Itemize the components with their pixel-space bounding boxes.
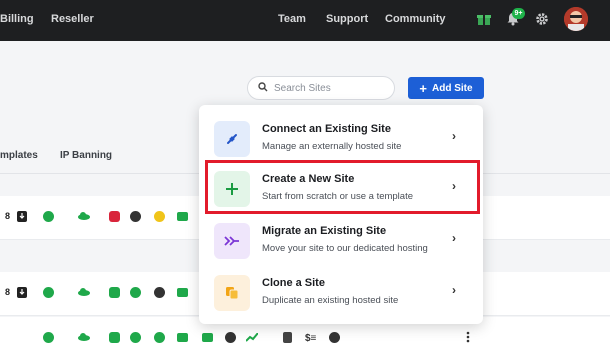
magnet-icon: [108, 331, 120, 343]
migrate-icon: [214, 223, 250, 259]
search-icon: [258, 79, 268, 97]
menu-item-title: Connect an Existing Site: [262, 123, 391, 135]
compass-icon: [129, 286, 141, 298]
menu-item-migrate-existing-site[interactable]: Migrate an Existing Site Move your site …: [199, 215, 483, 267]
download-icon[interactable]: [16, 286, 28, 298]
magnet-icon: [108, 286, 120, 298]
row-count: 8: [5, 211, 11, 221]
stack-icon: [153, 210, 165, 222]
add-site-button[interactable]: + Add Site: [408, 77, 484, 99]
server-icon: [176, 331, 188, 343]
menu-item-subtitle: Duplicate an existing hosted site: [262, 295, 399, 306]
add-site-label: Add Site: [432, 82, 473, 94]
chevron-right-icon: ›: [452, 129, 456, 143]
chart-icon: [246, 331, 258, 343]
magnet-icon: [108, 210, 120, 222]
add-site-dropdown: Connect an Existing Site Manage an exter…: [199, 105, 483, 324]
nav-link-community[interactable]: Community: [385, 13, 446, 25]
plug-icon: [214, 121, 250, 157]
cloud-icon: [78, 210, 90, 222]
svg-text:$≡: $≡: [305, 333, 317, 342]
row-count: 8: [5, 287, 11, 297]
compass-icon: [129, 210, 141, 222]
menu-item-subtitle: Manage an externally hosted site: [262, 141, 402, 152]
nav-link-support[interactable]: Support: [326, 13, 368, 25]
search-input[interactable]: Search Sites: [247, 76, 395, 100]
nav-link-team[interactable]: Team: [278, 13, 306, 25]
server-icon: [176, 210, 188, 222]
avatar[interactable]: [564, 7, 588, 31]
gift-icon[interactable]: [475, 10, 493, 28]
stack-icon: [153, 331, 165, 343]
nav-link-reseller[interactable]: Reseller: [51, 13, 94, 25]
globe-icon: [224, 331, 236, 343]
file-icon: [281, 331, 293, 343]
clone-icon: [214, 275, 250, 311]
search-placeholder: Search Sites: [274, 82, 331, 94]
menu-item-clone-site[interactable]: Clone a Site Duplicate an existing hoste…: [199, 267, 483, 319]
leaf-icon: [42, 210, 54, 222]
download-icon[interactable]: [16, 210, 28, 222]
compass-icon: [129, 331, 141, 343]
php-icon: [201, 331, 213, 343]
menu-item-subtitle: Move your site to our dedicated hosting: [262, 243, 428, 254]
tab-ip-banning[interactable]: IP Banning: [60, 150, 112, 161]
stack-icon: [153, 286, 165, 298]
nav-link-billing[interactable]: Billing: [0, 13, 34, 25]
tab-templates[interactable]: mplates: [0, 150, 38, 161]
cloud-icon: [78, 286, 90, 298]
more-options-icon[interactable]: [462, 331, 474, 343]
top-navigation-bar: Billing Reseller Team Support Community …: [0, 0, 610, 41]
server-icon: [176, 286, 188, 298]
menu-item-title: Migrate an Existing Site: [262, 225, 387, 237]
menu-item-title: Clone a Site: [262, 277, 325, 289]
leaf-icon: [42, 331, 54, 343]
dollar-icon: $≡: [305, 331, 317, 343]
highlight-box: [205, 160, 480, 214]
leaf-icon: [42, 286, 54, 298]
gear-icon[interactable]: [533, 10, 551, 28]
chevron-right-icon: ›: [452, 231, 456, 245]
wordpress-icon: [328, 331, 340, 343]
chevron-right-icon: ›: [452, 283, 456, 297]
plus-icon: +: [419, 80, 428, 96]
notification-count-badge: 9+: [512, 8, 525, 19]
menu-item-connect-existing-site[interactable]: Connect an Existing Site Manage an exter…: [199, 113, 483, 165]
cloud-icon: [78, 331, 90, 343]
